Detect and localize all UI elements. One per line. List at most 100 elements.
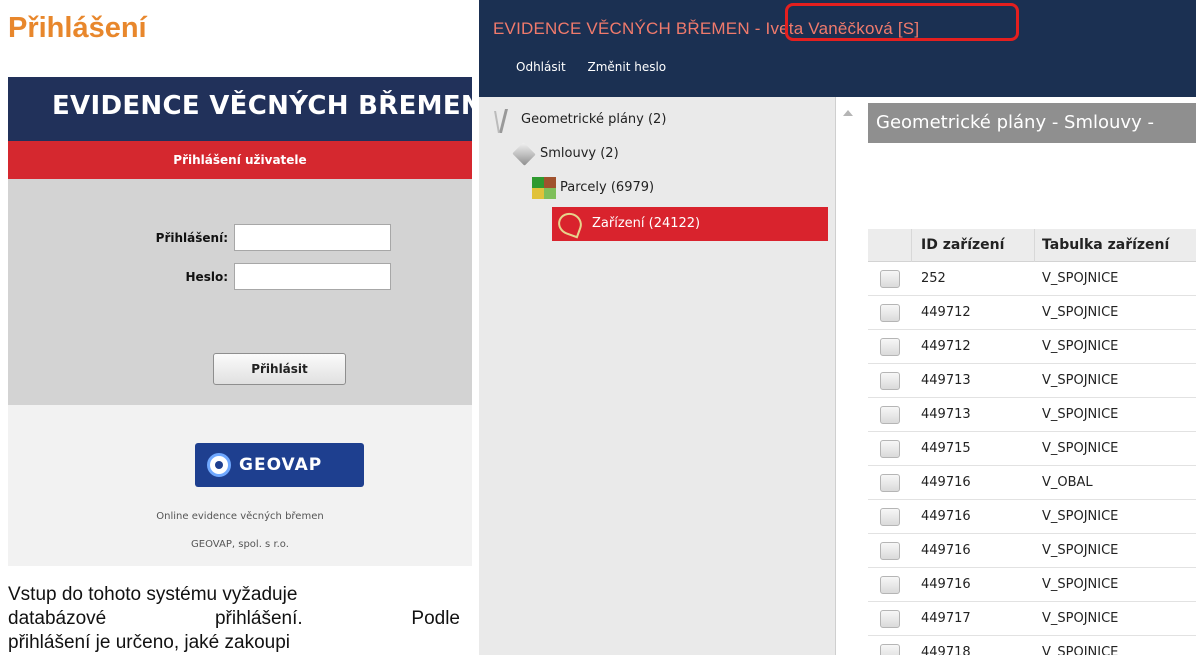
table-row[interactable]: 449716 V_SPOJNICE bbox=[868, 534, 1196, 568]
tree-item-devices[interactable]: Zařízení (24122) bbox=[552, 207, 828, 241]
device-id-cell: 449713 bbox=[921, 407, 971, 422]
devices-table: ID zařízení Tabulka zařízení 252 V_SPOJNI… bbox=[868, 229, 1196, 655]
row-checkbox[interactable] bbox=[880, 644, 900, 655]
password-input[interactable] bbox=[234, 263, 391, 290]
navigation-tree: Geometrické plány (2) Smlouvy (2) Parcel… bbox=[479, 97, 836, 655]
table-row[interactable]: 449717 V_SPOJNICE bbox=[868, 602, 1196, 636]
table-row[interactable]: 449718 V_SPOJNICE bbox=[868, 636, 1196, 655]
row-checkbox[interactable] bbox=[880, 440, 900, 458]
tree-item-geometric-plans[interactable]: Geometrické plány (2) bbox=[493, 103, 793, 137]
table-body: 252 V_SPOJNICE 449712 V_SPOJNICE 449712 V_SPO… bbox=[868, 262, 1196, 655]
device-table-cell: V_SPOJNICE bbox=[1042, 339, 1119, 354]
change-password-link[interactable]: Změnit heslo bbox=[587, 60, 666, 74]
column-header-device-table[interactable]: Tabulka zařízení bbox=[1042, 229, 1169, 262]
document-paragraph: Vstup do tohoto systému vyžaduje databáz… bbox=[8, 583, 468, 655]
column-header-device-id[interactable]: ID zařízení bbox=[921, 229, 1004, 262]
app-header: EVIDENCE VĚCNÝCH BŘEMEN - Iveta Vaněčkov… bbox=[479, 0, 1196, 97]
app-nav: Odhlásit Změnit heslo bbox=[516, 60, 684, 74]
table-row[interactable]: 449715 V_SPOJNICE bbox=[868, 432, 1196, 466]
document-title: Přihlášení bbox=[8, 12, 147, 44]
device-id-cell: 449718 bbox=[921, 645, 971, 655]
tree-item-contracts[interactable]: Smlouvy (2) bbox=[512, 137, 792, 171]
login-form: Přihlášení: Heslo: Přihlásit bbox=[8, 179, 472, 405]
tree-item-label: Zařízení (24122) bbox=[592, 216, 701, 231]
device-table-cell: V_SPOJNICE bbox=[1042, 577, 1119, 592]
parcel-icon bbox=[532, 177, 556, 199]
device-id-cell: 449716 bbox=[921, 475, 971, 490]
select-all-column[interactable] bbox=[868, 229, 912, 262]
device-id-cell: 449716 bbox=[921, 543, 971, 558]
device-id-cell: 252 bbox=[921, 271, 946, 286]
scroll-up-icon[interactable] bbox=[843, 110, 853, 116]
tree-item-label: Smlouvy (2) bbox=[540, 146, 619, 161]
device-id-cell: 449712 bbox=[921, 305, 971, 320]
paragraph-word: databázové bbox=[8, 608, 107, 629]
tree-item-parcels[interactable]: Parcely (6979) bbox=[532, 171, 792, 205]
login-screenshot: EVIDENCE VĚCNÝCH BŘEMEN Přihlášení uživa… bbox=[8, 77, 472, 566]
device-id-cell: 449716 bbox=[921, 509, 971, 524]
row-checkbox[interactable] bbox=[880, 508, 900, 526]
paragraph-line-2: databázové přihlášení. Podle bbox=[8, 607, 460, 631]
device-table-cell: V_SPOJNICE bbox=[1042, 407, 1119, 422]
table-row[interactable]: 449716 V_SPOJNICE bbox=[868, 568, 1196, 602]
row-checkbox[interactable] bbox=[880, 576, 900, 594]
content-breadcrumb-title: Geometrické plány - Smlouvy - bbox=[868, 103, 1196, 143]
row-checkbox[interactable] bbox=[880, 270, 900, 288]
table-row[interactable]: 449713 V_SPOJNICE bbox=[868, 398, 1196, 432]
username-input[interactable] bbox=[234, 224, 391, 251]
device-table-cell: V_SPOJNICE bbox=[1042, 305, 1119, 320]
password-label: Heslo: bbox=[185, 270, 228, 284]
paragraph-word: Podle bbox=[411, 608, 460, 629]
logout-link[interactable]: Odhlásit bbox=[516, 60, 566, 74]
survey-instrument-icon bbox=[493, 109, 517, 131]
login-subtitle-bar: Přihlášení uživatele bbox=[8, 141, 472, 179]
login-header: EVIDENCE VĚCNÝCH BŘEMEN bbox=[8, 77, 472, 141]
device-table-cell: V_SPOJNICE bbox=[1042, 373, 1119, 388]
login-subtitle: Přihlášení uživatele bbox=[173, 153, 307, 167]
login-footer-company: GEOVAP, spol. s r.o. bbox=[191, 539, 289, 550]
table-row[interactable]: 449713 V_SPOJNICE bbox=[868, 364, 1196, 398]
table-row[interactable]: 449712 V_SPOJNICE bbox=[868, 330, 1196, 364]
row-checkbox[interactable] bbox=[880, 304, 900, 322]
device-table-cell: V_SPOJNICE bbox=[1042, 271, 1119, 286]
table-row[interactable]: 449716 V_OBAL bbox=[868, 466, 1196, 500]
row-checkbox[interactable] bbox=[880, 372, 900, 390]
device-table-cell: V_SPOJNICE bbox=[1042, 645, 1119, 655]
device-id-cell: 449716 bbox=[921, 577, 971, 592]
paragraph-line-1: Vstup do tohoto systému vyžaduje bbox=[8, 584, 298, 605]
row-checkbox[interactable] bbox=[880, 338, 900, 356]
row-checkbox[interactable] bbox=[880, 474, 900, 492]
geovap-logo-text: GEOVAP bbox=[239, 455, 323, 475]
login-header-title: EVIDENCE VĚCNÝCH BŘEMEN bbox=[52, 91, 472, 121]
geovap-logo-icon bbox=[207, 453, 231, 477]
table-header: ID zařízení Tabulka zařízení bbox=[868, 229, 1196, 262]
device-table-cell: V_SPOJNICE bbox=[1042, 611, 1119, 626]
device-table-cell: V_SPOJNICE bbox=[1042, 543, 1119, 558]
device-table-cell: V_SPOJNICE bbox=[1042, 509, 1119, 524]
device-icon bbox=[554, 209, 586, 239]
device-id-cell: 449715 bbox=[921, 441, 971, 456]
tree-item-label: Geometrické plány (2) bbox=[521, 112, 667, 127]
device-table-cell: V_OBAL bbox=[1042, 475, 1093, 490]
device-id-cell: 449712 bbox=[921, 339, 971, 354]
app-title-main: EVIDENCE VĚCNÝCH BŘEMEN bbox=[493, 19, 750, 38]
username-label: Přihlášení: bbox=[155, 231, 228, 245]
device-id-cell: 449713 bbox=[921, 373, 971, 388]
device-id-cell: 449717 bbox=[921, 611, 971, 626]
geovap-logo: GEOVAP bbox=[195, 443, 364, 487]
table-row[interactable]: 449716 V_SPOJNICE bbox=[868, 500, 1196, 534]
row-checkbox[interactable] bbox=[880, 406, 900, 424]
column-divider bbox=[1034, 229, 1035, 262]
row-checkbox[interactable] bbox=[880, 542, 900, 560]
user-highlight-box bbox=[785, 3, 1019, 41]
paragraph-line-3: přihlášení je určeno, jaké zakoupi bbox=[8, 632, 291, 653]
paragraph-word: přihlášení. bbox=[214, 608, 303, 629]
table-row[interactable]: 449712 V_SPOJNICE bbox=[868, 296, 1196, 330]
login-submit-button[interactable]: Přihlásit bbox=[213, 353, 346, 385]
table-row[interactable]: 252 V_SPOJNICE bbox=[868, 262, 1196, 296]
device-table-cell: V_SPOJNICE bbox=[1042, 441, 1119, 456]
app-screenshot: EVIDENCE VĚCNÝCH BŘEMEN - Iveta Vaněčkov… bbox=[479, 0, 1196, 655]
row-checkbox[interactable] bbox=[880, 610, 900, 628]
contract-icon bbox=[512, 142, 536, 166]
login-footer-description: Online evidence věcných břemen bbox=[156, 511, 324, 522]
